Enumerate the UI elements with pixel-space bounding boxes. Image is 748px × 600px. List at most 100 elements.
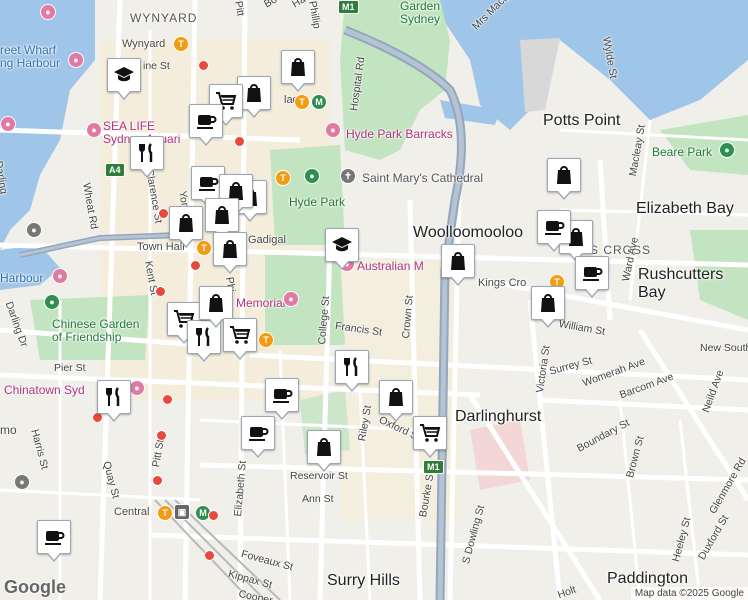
poi-label-memorial: Memorial xyxy=(236,296,286,310)
shopping-bag-marker[interactable] xyxy=(281,50,315,92)
transit-dot[interactable] xyxy=(155,286,166,297)
school-icon xyxy=(112,63,136,87)
cafe-marker[interactable] xyxy=(265,378,299,420)
shopping-bag-marker[interactable] xyxy=(531,286,565,328)
shopping-bag-icon xyxy=(536,291,560,315)
poi-dot-pink[interactable]: ● xyxy=(129,380,145,396)
place-label-botanic-garden: Garden Sydney xyxy=(400,0,441,26)
shopping-cart-icon xyxy=(228,323,252,347)
train-icon[interactable]: T xyxy=(258,332,274,348)
suburb-label-wynyard: WYNYARD xyxy=(130,11,198,25)
school-marker[interactable] xyxy=(107,58,141,100)
poi-dot-park[interactable]: ● xyxy=(44,294,60,310)
shopping-bag-marker[interactable] xyxy=(441,244,475,286)
transit-dot[interactable] xyxy=(204,550,215,561)
suburb-label-darlinghurst: Darlinghurst xyxy=(455,408,542,425)
train-icon[interactable]: T xyxy=(157,505,173,521)
transit-dot[interactable] xyxy=(234,136,245,147)
school-marker[interactable] xyxy=(325,228,359,270)
street-label: ine St xyxy=(143,60,170,72)
poi-dot-pink[interactable]: ● xyxy=(68,52,84,68)
poi-dot-pink[interactable]: ● xyxy=(325,122,341,138)
transit-dot[interactable] xyxy=(162,394,173,405)
poi-label-town-hall: Town Hall xyxy=(137,241,185,253)
poi-label-hyde-park-barracks: Hyde Park Barracks xyxy=(346,127,453,141)
cafe-icon xyxy=(270,383,294,407)
cafe-marker[interactable] xyxy=(37,520,71,562)
train-icon[interactable]: T xyxy=(173,36,189,52)
shopping-bag-marker[interactable] xyxy=(379,380,413,422)
poi-dot-park[interactable]: ● xyxy=(719,142,735,158)
transit-dot[interactable] xyxy=(208,510,219,521)
suburb-label-paddington: Paddington xyxy=(607,570,688,587)
restaurant-marker[interactable] xyxy=(97,380,131,422)
street-label: Pitt xyxy=(232,0,247,18)
cross-icon[interactable]: ✝ xyxy=(340,168,356,184)
map-canvas[interactable]: WYNYARD Wynyard Garden Sydney Potts Poin… xyxy=(0,0,748,600)
poi-dot-park[interactable]: ● xyxy=(304,168,320,184)
poi-label-st-marys: Saint Mary's Cathedral xyxy=(362,171,484,185)
train-icon[interactable]: T xyxy=(294,94,310,110)
shopping-bag-icon xyxy=(312,435,336,459)
road-shield: A4 xyxy=(105,163,125,177)
transit-dot[interactable] xyxy=(198,60,209,71)
transit-dot[interactable] xyxy=(190,260,201,271)
transit-dot[interactable] xyxy=(152,475,163,486)
shopping-bag-marker[interactable] xyxy=(547,158,581,200)
street-label: New South xyxy=(700,342,748,354)
poi-dot-gray[interactable]: ● xyxy=(26,222,42,238)
poi-dot-pink[interactable]: ● xyxy=(86,122,102,138)
poi-dot-pink[interactable]: ● xyxy=(52,268,68,284)
cafe-marker[interactable] xyxy=(575,256,609,298)
shopping-bag-marker[interactable] xyxy=(213,232,247,274)
poi-dot-pink[interactable]: ● xyxy=(0,116,16,132)
shopping-bag-icon xyxy=(218,237,242,261)
poi-dot-pink[interactable]: ● xyxy=(283,291,299,307)
poi-label-chinese-garden: Chinese Garden of Friendship xyxy=(52,317,140,344)
street-label: Ann St xyxy=(302,493,334,505)
map-attribution: Map data ©2025 Google xyxy=(630,587,748,600)
transit-dot[interactable] xyxy=(158,208,169,219)
shopping-bag-icon xyxy=(446,249,470,273)
poi-label-chinatown: Chinatown Syd xyxy=(4,383,85,397)
shopping-bag-marker[interactable] xyxy=(169,206,203,248)
motorway-shield: M1 xyxy=(423,460,444,474)
restaurant-marker[interactable] xyxy=(130,136,164,178)
water-label-harbour: Harbour xyxy=(0,271,44,285)
poi-dot-gray[interactable]: ● xyxy=(14,474,30,490)
cafe-marker[interactable] xyxy=(537,210,571,252)
shopping-cart-icon xyxy=(418,421,442,445)
cafe-icon xyxy=(42,525,66,549)
poi-label-australian-museum: Australian M xyxy=(357,259,424,273)
transit-dot[interactable] xyxy=(156,430,167,441)
street-label: Pier St xyxy=(54,362,86,374)
motorway-shield: M1 xyxy=(338,0,359,14)
shopping-bag-icon xyxy=(210,203,234,227)
poi-dot-pink[interactable]: ● xyxy=(40,4,56,20)
suburb-label-potts-point: Potts Point xyxy=(543,112,621,129)
poi-label-mo: mo xyxy=(0,423,17,437)
shopping-bag-marker[interactable] xyxy=(205,198,239,240)
shopping-bag-icon xyxy=(242,81,266,105)
restaurant-icon xyxy=(102,385,126,409)
train-station-icon[interactable]: ▣ xyxy=(174,504,190,520)
restaurant-icon xyxy=(135,141,159,165)
cafe-icon xyxy=(196,171,220,195)
shopping-bag-icon xyxy=(286,55,310,79)
shopping-bag-marker[interactable] xyxy=(307,430,341,472)
cafe-icon xyxy=(542,215,566,239)
train-icon[interactable]: T xyxy=(275,170,291,186)
shopping-bag-icon xyxy=(174,211,198,235)
shopping-cart-marker[interactable] xyxy=(413,416,447,458)
cafe-marker[interactable] xyxy=(189,104,223,146)
restaurant-marker[interactable] xyxy=(335,350,369,392)
suburb-label-woolloomooloo: Woolloomooloo xyxy=(413,224,523,241)
shopping-cart-marker[interactable] xyxy=(223,318,257,360)
suburb-label-surry-hills: Surry Hills xyxy=(327,572,400,589)
shopping-bag-marker[interactable] xyxy=(199,286,233,328)
metro-icon[interactable]: M xyxy=(311,94,327,110)
cafe-marker[interactable] xyxy=(241,416,275,458)
suburb-label-elizabeth-bay: Elizabeth Bay xyxy=(636,200,734,217)
cafe-icon xyxy=(194,109,218,133)
train-icon[interactable]: T xyxy=(196,240,212,256)
